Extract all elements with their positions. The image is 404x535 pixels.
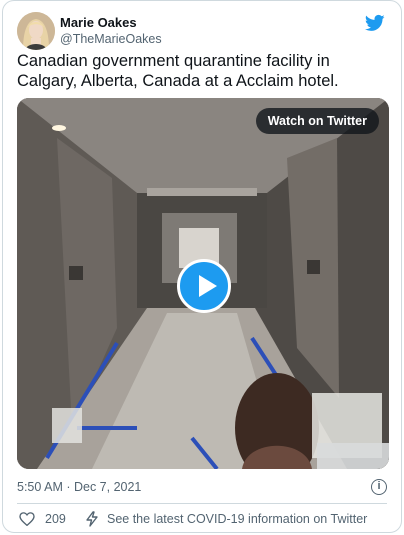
watch-on-twitter-button[interactable]: Watch on Twitter <box>255 108 379 134</box>
lightning-bolt-icon <box>85 511 99 527</box>
avatar[interactable] <box>17 12 55 50</box>
tweet-text: Canadian government quarantine facility … <box>17 52 339 90</box>
divider <box>17 503 387 504</box>
heart-icon[interactable] <box>19 512 35 527</box>
author-handle[interactable]: @TheMarieOakes <box>60 32 162 46</box>
tweet-card[interactable]: Marie Oakes @TheMarieOakes Canadian gove… <box>2 0 402 533</box>
author-name[interactable]: Marie Oakes <box>60 15 137 30</box>
info-icon[interactable]: i <box>371 479 387 495</box>
video-player[interactable]: Watch on Twitter <box>17 98 389 469</box>
twitter-bird-icon[interactable] <box>364 13 385 33</box>
covid-info-link[interactable]: See the latest COVID-19 information on T… <box>107 512 367 526</box>
tweet-actions: 209 See the latest COVID-19 information … <box>17 509 387 529</box>
play-icon[interactable] <box>177 259 231 313</box>
tweet-timestamp[interactable]: 5:50 AM · Dec 7, 2021 <box>17 480 141 494</box>
tweet-header: Marie Oakes @TheMarieOakes <box>17 11 387 51</box>
like-count[interactable]: 209 <box>45 512 66 526</box>
